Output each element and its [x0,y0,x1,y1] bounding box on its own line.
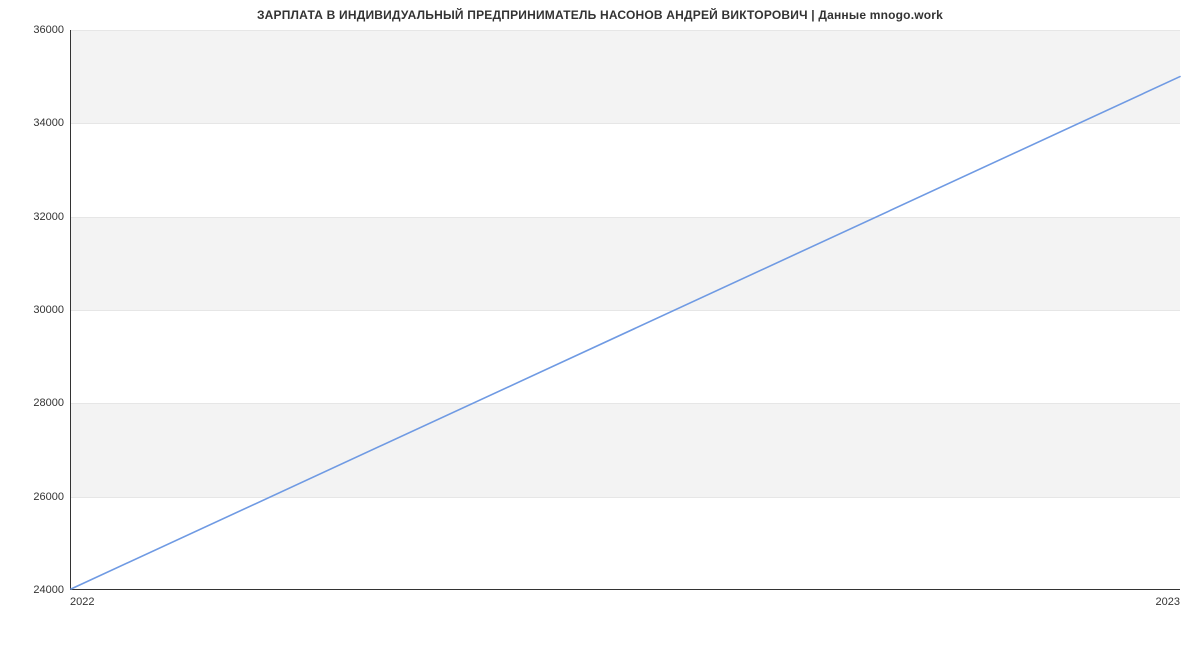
y-tick-label: 28000 [8,397,64,409]
y-tick-label: 26000 [8,491,64,503]
y-tick-label: 32000 [8,211,64,223]
y-tick-label: 36000 [8,24,64,36]
y-tick-label: 24000 [8,584,64,596]
chart-title: ЗАРПЛАТА В ИНДИВИДУАЛЬНЫЙ ПРЕДПРИНИМАТЕЛ… [0,8,1200,22]
x-tick-label: 2023 [1156,596,1180,608]
plot-area [70,30,1180,590]
chart-container: ЗАРПЛАТА В ИНДИВИДУАЛЬНЫЙ ПРЕДПРИНИМАТЕЛ… [0,0,1200,650]
y-tick-label: 34000 [8,117,64,129]
data-line [71,30,1180,589]
y-tick-label: 30000 [8,304,64,316]
x-tick-label: 2022 [70,596,94,608]
